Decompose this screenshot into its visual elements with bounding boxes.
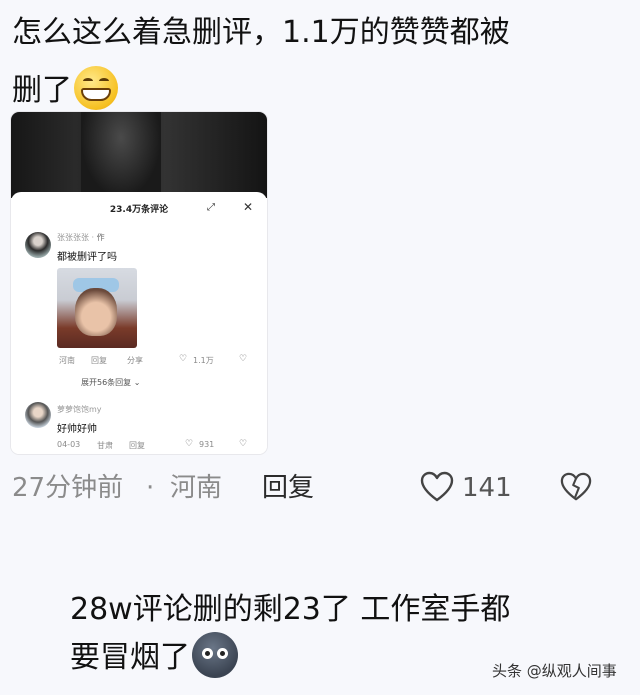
- comment-line-2-text: 删了: [12, 73, 72, 108]
- comment-share: 分享: [127, 356, 143, 365]
- video-frame: [11, 112, 267, 198]
- comment-reply: 回复: [91, 356, 107, 365]
- comment-location: 甘肃: [97, 441, 113, 450]
- comment-body: 都被删评了吗: [57, 252, 117, 263]
- caption-line-1: 28w评论删的剩23了 工作室手都: [70, 592, 511, 627]
- comments-popup: 23.4万条评论 ⤢ ✕ 张张张张 · 作 都被删评了吗 河南 回复 分享 ♡ …: [11, 192, 267, 454]
- comment-location: 河南: [59, 356, 75, 365]
- comment-line-1: 怎么这么着急删评，1.1万的赞赞都被: [12, 15, 510, 50]
- expand-icon: ⤢: [207, 202, 215, 213]
- broken-heart-icon: ♡: [239, 354, 248, 364]
- meta-separator: ·: [146, 473, 155, 503]
- comment-likes: 1.1万: [193, 356, 214, 365]
- popup-title: 23.4万条评论: [109, 205, 169, 215]
- comment-photo: [57, 268, 137, 348]
- reply-button[interactable]: 回复: [262, 468, 314, 508]
- comment-username: 张张张张 · 作: [57, 233, 105, 242]
- embedded-screenshot[interactable]: 23.4万条评论 ⤢ ✕ 张张张张 · 作 都被删评了吗 河南 回复 分享 ♡ …: [11, 112, 267, 454]
- grinning-face-icon: [74, 65, 118, 110]
- heart-icon: ♡: [185, 439, 194, 449]
- broken-heart-icon[interactable]: [560, 471, 592, 507]
- comment-username: 萝萝饱饱my: [57, 405, 102, 414]
- comment-text: 怎么这么着急删评，1.1万的赞赞都被 删了: [12, 4, 622, 120]
- heart-icon: ♡: [179, 354, 188, 364]
- broken-heart-icon: ♡: [239, 439, 248, 449]
- mask-face-icon: [192, 631, 238, 678]
- like-count: 141: [462, 473, 512, 503]
- avatar: [25, 232, 51, 258]
- author-tag: 作: [96, 233, 105, 242]
- comment-reply: 回复: [129, 441, 145, 450]
- comment-body: 好帅好帅: [57, 424, 97, 435]
- expand-replies: 展开56条回复 ⌄: [81, 378, 141, 387]
- close-icon: ✕: [243, 200, 254, 214]
- heart-icon[interactable]: [420, 471, 454, 507]
- comment-likes: 931: [199, 440, 215, 449]
- comment-location: 河南: [170, 473, 223, 503]
- watermark: 头条 @纵观人间事: [492, 662, 617, 680]
- avatar: [25, 402, 51, 428]
- comment-time: 27分钟前: [12, 473, 124, 503]
- comment-date: 04-03: [57, 440, 81, 449]
- caption-line-2-text: 要冒烟了: [70, 640, 190, 675]
